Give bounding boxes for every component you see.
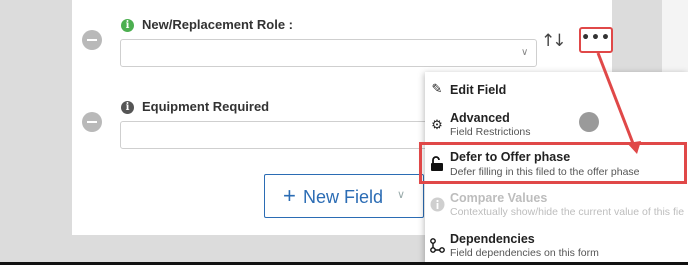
annotation-arrow-icon: [596, 52, 641, 154]
